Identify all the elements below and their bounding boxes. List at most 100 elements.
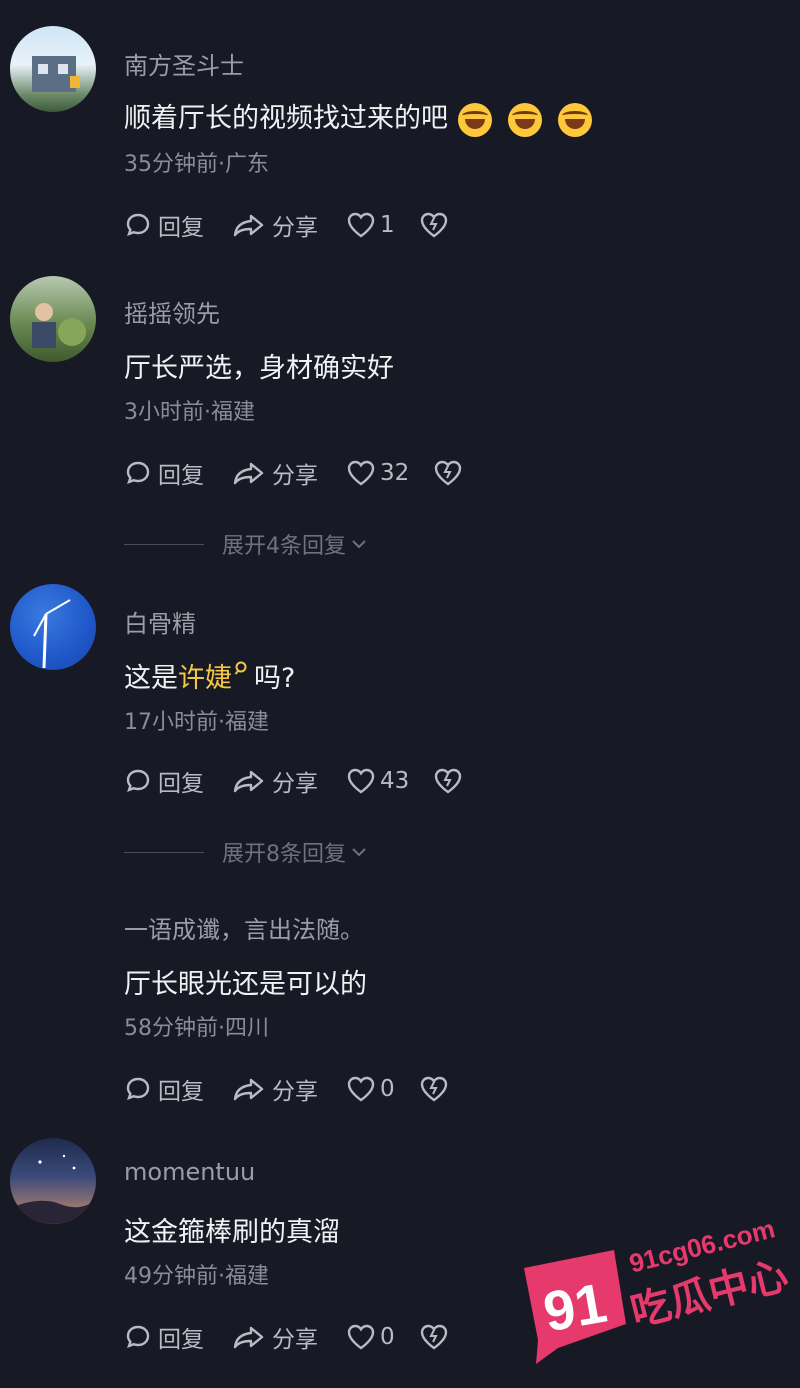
- reply-label: 回复: [158, 1327, 204, 1353]
- like-button[interactable]: 43: [346, 767, 409, 795]
- comment-text: 厅长眼光还是可以的: [124, 969, 367, 1000]
- dislike-button[interactable]: [433, 767, 469, 795]
- reply-icon: [126, 461, 150, 485]
- comment-username[interactable]: 南方圣斗士: [124, 46, 244, 81]
- share-icon: [233, 214, 264, 237]
- reply-icon: [126, 213, 150, 237]
- reply-label: 回复: [158, 1079, 204, 1105]
- heart-icon: [347, 1324, 375, 1350]
- share-button[interactable]: 分享: [232, 456, 318, 490]
- chevron-down-icon: [352, 540, 366, 549]
- reply-button[interactable]: 回复: [124, 208, 204, 242]
- expand-replies-button[interactable]: 展开4条回复: [124, 528, 368, 560]
- reply-button[interactable]: 回复: [124, 764, 204, 798]
- avatar[interactable]: [10, 584, 96, 670]
- comment-text: 这是许婕 吗?: [124, 656, 295, 695]
- like-button[interactable]: 0: [346, 1075, 395, 1103]
- reply-label: 回复: [158, 771, 204, 797]
- broken-heart-icon: [420, 1076, 447, 1102]
- dislike-button[interactable]: [433, 459, 469, 487]
- reply-button[interactable]: 回复: [124, 1072, 204, 1106]
- comment-actions: 回复 分享 43: [124, 764, 497, 798]
- comment-actions: 回复 分享 0: [124, 1072, 483, 1106]
- like-count: 1: [380, 212, 395, 238]
- avatar-image: [32, 56, 80, 92]
- avatar-image: [10, 1154, 96, 1224]
- comment-text-prefix: 这是: [124, 663, 178, 694]
- comment-actions: 回复 分享 1: [124, 208, 483, 242]
- like-count: 32: [380, 460, 410, 486]
- comment-username[interactable]: 一语成谶，言出法随。: [124, 910, 364, 945]
- expand-replies-label: 展开8条回复: [222, 842, 346, 867]
- share-icon: [233, 770, 264, 793]
- avatar-image: [32, 303, 86, 348]
- wind-turbine-icon: [33, 599, 71, 669]
- avatar[interactable]: [10, 276, 96, 362]
- rolling-laughing-emoji-icon: [508, 102, 542, 137]
- like-count: 0: [380, 1076, 395, 1102]
- reply-button[interactable]: 回复: [124, 1320, 204, 1354]
- reply-icon: [126, 769, 150, 793]
- share-button[interactable]: 分享: [232, 764, 318, 798]
- comment-text-body: 顺着厅长的视频找过来的吧: [124, 103, 448, 134]
- broken-heart-icon: [435, 460, 462, 486]
- comment-meta: 17小时前·福建: [124, 710, 269, 735]
- rolling-laughing-emoji-icon: [558, 102, 592, 137]
- broken-heart-icon: [435, 768, 462, 794]
- share-label: 分享: [272, 1327, 318, 1353]
- heart-icon: [347, 212, 375, 238]
- search-keyword-link[interactable]: 许婕: [178, 663, 232, 694]
- comment-text: 顺着厅长的视频找过来的吧: [124, 96, 592, 137]
- share-icon: [233, 462, 264, 485]
- reply-icon: [126, 1077, 150, 1101]
- comment-text: 厅长严选，身材确实好: [124, 353, 394, 384]
- comment-meta: 35分钟前·广东: [124, 152, 269, 177]
- comment-actions: 回复 分享 32: [124, 456, 497, 490]
- comment-item: 摇摇领先 厅长严选，身材确实好 3小时前·福建 回复 分享 32 展开4条回复: [0, 260, 800, 570]
- expand-replies-label: 展开4条回复: [222, 534, 346, 559]
- watermark-graphic: 91 91cg06.com 吃瓜中心: [524, 1213, 793, 1364]
- share-icon: [233, 1078, 264, 1101]
- reply-button[interactable]: 回复: [124, 456, 204, 490]
- divider-line: [124, 543, 204, 545]
- search-icon: [234, 661, 247, 675]
- comment-meta: 3小时前·福建: [124, 400, 255, 425]
- heart-icon: [347, 768, 375, 794]
- comment-actions: 回复 分享 0: [124, 1320, 483, 1354]
- avatar[interactable]: [10, 26, 96, 112]
- reply-label: 回复: [158, 463, 204, 489]
- heart-icon: [347, 1076, 375, 1102]
- dislike-button[interactable]: [419, 1323, 455, 1351]
- comment-username[interactable]: momentuu: [124, 1158, 255, 1186]
- dislike-button[interactable]: [419, 1075, 455, 1103]
- dislike-button[interactable]: [419, 211, 455, 239]
- comment-meta: 58分钟前·四川: [124, 1016, 269, 1041]
- share-label: 分享: [272, 771, 318, 797]
- avatar[interactable]: [10, 1138, 96, 1224]
- comment-item: 一语成谶，言出法随。 厅长眼光还是可以的 58分钟前·四川 回复 分享 0: [0, 880, 800, 1130]
- comment-text-suffix: 吗?: [254, 663, 296, 694]
- watermark-logo: 91 91cg06.com 吃瓜中心: [518, 1198, 793, 1368]
- like-button[interactable]: 32: [346, 459, 409, 487]
- comment-username[interactable]: 摇摇领先: [124, 294, 220, 329]
- watermark-number: 91: [539, 1271, 611, 1344]
- reply-icon: [126, 1325, 150, 1349]
- share-button[interactable]: 分享: [232, 208, 318, 242]
- comment-text: 这金箍棒刷的真溜: [124, 1217, 340, 1248]
- share-icon: [233, 1326, 264, 1349]
- share-label: 分享: [272, 1079, 318, 1105]
- expand-replies-button[interactable]: 展开8条回复: [124, 836, 368, 868]
- share-button[interactable]: 分享: [232, 1320, 318, 1354]
- comment-meta: 49分钟前·福建: [124, 1264, 269, 1289]
- rolling-laughing-emoji-icon: [458, 102, 492, 137]
- comment-item: 白骨精 这是许婕 吗? 17小时前·福建 回复 分享 43 展开8条回复: [0, 570, 800, 880]
- like-button[interactable]: 0: [346, 1323, 395, 1351]
- like-count: 0: [380, 1324, 395, 1350]
- comment-item: 南方圣斗士 顺着厅长的视频找过来的吧 35分钟前·广东 回复 分享 1: [0, 0, 800, 260]
- comment-username[interactable]: 白骨精: [124, 604, 196, 639]
- share-label: 分享: [272, 215, 318, 241]
- share-button[interactable]: 分享: [232, 1072, 318, 1106]
- broken-heart-icon: [420, 1324, 447, 1350]
- chevron-down-icon: [352, 848, 366, 857]
- like-button[interactable]: 1: [346, 211, 395, 239]
